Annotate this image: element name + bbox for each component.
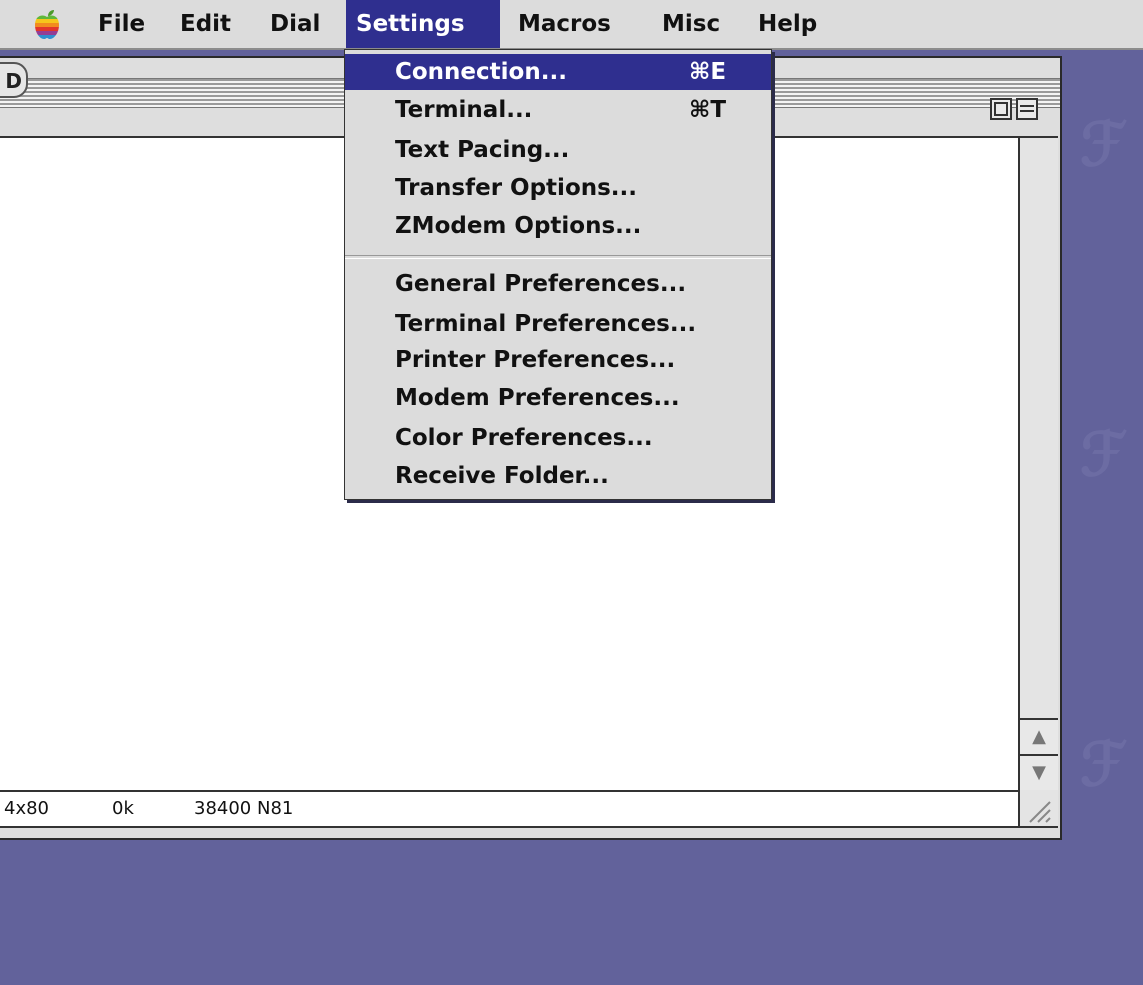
menu-item-label: Transfer Options...: [395, 175, 638, 201]
menu-item-modem-preferences[interactable]: Modem Preferences...: [345, 380, 771, 416]
settings-dropdown-menu: Connection... ⌘E Terminal... ⌘T Text Pac…: [344, 49, 772, 500]
menu-item-shortcut: ⌘E: [689, 59, 727, 85]
menu-item-receive-folder[interactable]: Receive Folder...: [345, 458, 771, 494]
menu-item-label: Printer Preferences...: [395, 347, 676, 373]
menu-bar: File Edit Dial Settings Macros Misc Help: [0, 0, 1143, 50]
vertical-scrollbar[interactable]: ▲ ▼: [1018, 136, 1058, 792]
status-connection-settings: 38400 N81: [194, 798, 294, 819]
menu-item-label: Receive Folder...: [395, 463, 609, 489]
menu-item-label: Color Preferences...: [395, 425, 653, 451]
status-bar: 4x80 0k 38400 N81: [0, 792, 1018, 828]
menu-file[interactable]: File: [88, 0, 155, 48]
apple-logo-icon[interactable]: [30, 8, 64, 42]
menu-help[interactable]: Help: [748, 0, 827, 48]
menu-separator: [345, 255, 771, 259]
menu-item-text-pacing[interactable]: Text Pacing...: [345, 132, 771, 168]
desktop-pattern-mark: ℱ: [1080, 110, 1128, 180]
menu-item-label: General Preferences...: [395, 271, 687, 297]
menu-item-zmodem-options[interactable]: ZModem Options...: [345, 208, 771, 244]
menu-item-label: Terminal...: [395, 97, 533, 123]
zoom-box-icon[interactable]: [990, 98, 1012, 120]
menu-item-shortcut: ⌘T: [689, 97, 727, 123]
desktop-pattern-mark: ℱ: [1080, 730, 1128, 800]
menu-item-connection[interactable]: Connection... ⌘E: [345, 54, 771, 90]
desktop-pattern-mark: ℱ: [1080, 420, 1128, 490]
menu-item-label: ZModem Options...: [395, 213, 642, 239]
menu-item-terminal[interactable]: Terminal... ⌘T: [345, 92, 771, 128]
menu-item-label: Modem Preferences...: [395, 385, 680, 411]
scroll-up-arrow-icon[interactable]: ▲: [1020, 718, 1058, 754]
menu-item-general-preferences[interactable]: General Preferences...: [345, 266, 771, 302]
menu-settings[interactable]: Settings: [346, 0, 500, 48]
window-close-icon[interactable]: D: [0, 62, 28, 98]
menu-item-label: Text Pacing...: [395, 137, 570, 163]
menu-item-label: Terminal Preferences...: [395, 311, 697, 337]
scroll-down-arrow-icon[interactable]: ▼: [1020, 754, 1058, 790]
menu-item-printer-preferences[interactable]: Printer Preferences...: [345, 342, 771, 378]
menu-item-label: Connection...: [395, 59, 567, 85]
menu-item-color-preferences[interactable]: Color Preferences...: [345, 420, 771, 456]
menu-item-transfer-options[interactable]: Transfer Options...: [345, 170, 771, 206]
menu-misc[interactable]: Misc: [652, 0, 730, 48]
resize-grip-icon[interactable]: [1018, 792, 1058, 828]
menu-macros[interactable]: Macros: [508, 0, 621, 48]
menu-dial[interactable]: Dial: [260, 0, 330, 48]
collapse-box-icon[interactable]: [1016, 98, 1038, 120]
status-buffer-size: 0k: [112, 798, 134, 819]
menu-item-terminal-preferences[interactable]: Terminal Preferences...: [345, 306, 771, 342]
status-terminal-size: 4x80: [4, 798, 50, 819]
menu-edit[interactable]: Edit: [170, 0, 241, 48]
